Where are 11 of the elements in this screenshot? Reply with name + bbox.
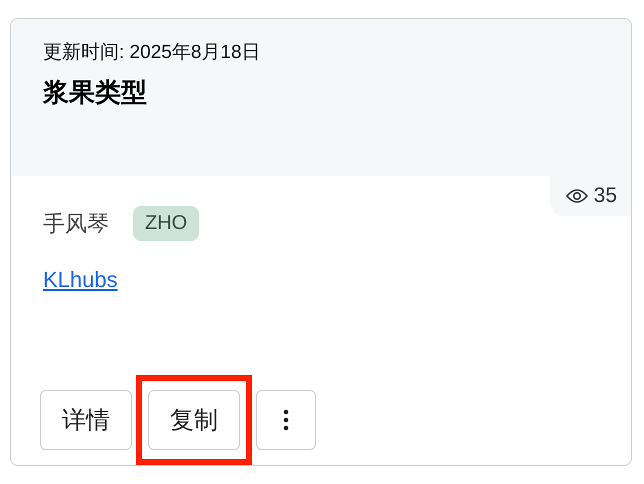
view-count: 35: [594, 184, 617, 208]
action-button[interactable]: 详情: [40, 390, 132, 450]
author-name: 手风琴: [43, 210, 109, 238]
eye-icon: [566, 189, 588, 203]
action-button[interactable]: 复制: [148, 390, 240, 450]
more-icon: [283, 409, 289, 431]
more-button[interactable]: [256, 390, 316, 450]
source-link[interactable]: KLhubs: [43, 267, 118, 293]
language-tag: ZHO: [133, 206, 200, 241]
card-title: 浆果类型: [43, 76, 148, 109]
updated-date: 更新时间: 2025年8月18日: [43, 41, 262, 65]
